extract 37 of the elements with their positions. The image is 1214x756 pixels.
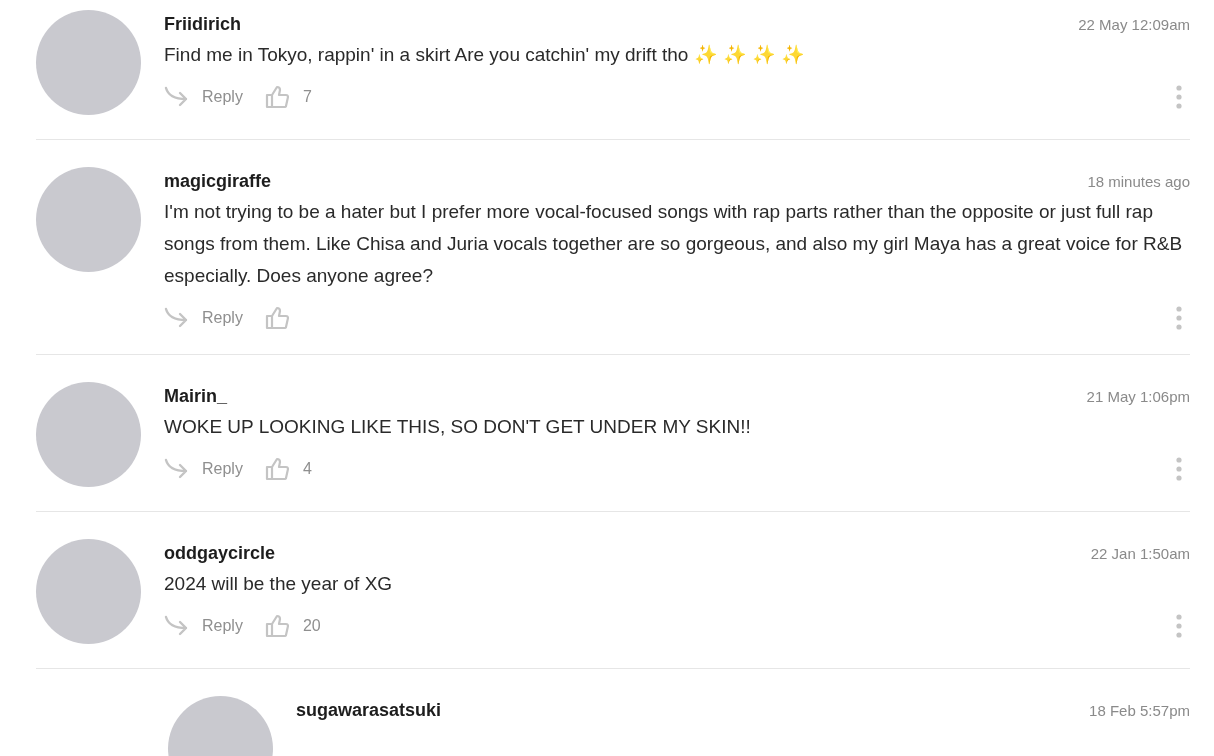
reply-arrow-icon [164, 457, 190, 481]
more-options-icon [1176, 457, 1182, 481]
thumbs-up-icon [264, 457, 289, 481]
like-count: 20 [302, 617, 321, 635]
comment-author: magicgiraffe [164, 171, 272, 192]
like-button[interactable] [264, 85, 289, 109]
reply-button[interactable]: Reply [164, 306, 243, 330]
reply-arrow-icon [164, 306, 190, 330]
reply-button[interactable]: Reply [164, 614, 243, 638]
more-options-icon [1176, 306, 1182, 330]
comment-time: 22 Jan 1:50am [1090, 545, 1190, 562]
like-button[interactable] [264, 306, 289, 330]
like-count: 4 [302, 460, 312, 478]
comment-text: 2024 will be the year of XG [164, 572, 394, 596]
reply-button[interactable]: Reply [164, 85, 243, 109]
comment-time: 21 May 1:06pm [1086, 388, 1190, 405]
like-button[interactable] [264, 614, 289, 638]
like-count: 7 [302, 88, 312, 106]
reply-arrow-icon [164, 614, 190, 638]
thumbs-up-icon [264, 306, 289, 330]
comment-text: I'm not trying to be a hater but I prefer more vocal-focused songs with rap parts rather than the opposite or just full rap songs from them. Like Chisa and Juria vocals together are so gorgeous, and also my girl Maya has a great voice for R&B especially. Does anyone agree? [164, 200, 1184, 288]
comment-time: 18 Feb 5:57pm [1089, 702, 1190, 719]
reply-arrow-icon [164, 85, 190, 109]
comment-author: Friidirich [164, 14, 241, 35]
like-button[interactable] [264, 457, 289, 481]
more-options-icon [1176, 614, 1182, 638]
thumbs-up-icon [264, 85, 289, 109]
comment-text: Find me in Tokyo, rappin' in a skirt Are you catchin' my drift tho ✨ ✨ ✨ ✨ [164, 43, 807, 67]
comment-text: WOKE UP LOOKING LIKE THIS, SO DON'T GET UNDER MY SKIN!! [164, 415, 752, 439]
comment-time: 18 minutes ago [1087, 173, 1190, 190]
comment-author: Mairin_ [164, 386, 228, 407]
comment-time: 22 May 12:09am [1078, 16, 1190, 33]
thumbs-up-icon [264, 614, 289, 638]
more-options-icon [1176, 85, 1182, 109]
reply-button[interactable]: Reply [164, 457, 243, 481]
comment-author: oddgaycircle [164, 543, 276, 564]
comment-author: sugawarasatsuki [296, 700, 442, 721]
